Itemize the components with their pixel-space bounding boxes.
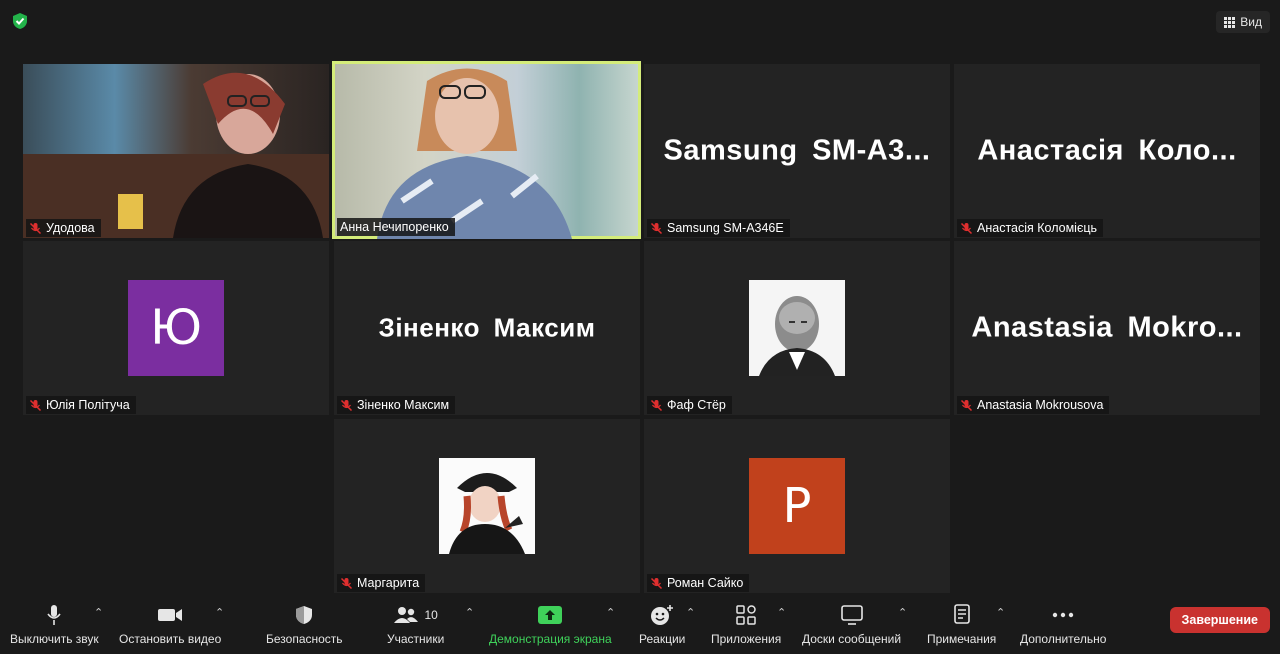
reactions-options-caret[interactable]: ⌃ [686,606,695,619]
participant-tile[interactable]: Анастасія Коло... Анастасія Коломієць [954,64,1260,238]
mic-muted-icon [960,222,973,234]
participant-display-name: Зіненко Максим [378,312,596,343]
apps-button[interactable]: Приложения [711,604,781,646]
participant-tile[interactable]: Фаф Стёр [644,241,950,415]
participant-tile[interactable]: Samsung SM-A3... Samsung SM-A346E [644,64,950,238]
whiteboard-icon [840,604,863,626]
view-label: Вид [1240,15,1262,29]
video-camera-icon [157,604,183,626]
mic-muted-icon [650,222,663,234]
mic-muted-icon [960,399,973,411]
participant-name-label: Samsung SM-A346E [647,219,790,237]
share-screen-button[interactable]: Демонстрация экрана [489,604,612,646]
avatar: P [749,458,845,554]
participants-options-caret[interactable]: ⌃ [465,606,474,619]
view-button[interactable]: Вид [1216,11,1270,33]
more-dots-icon [1052,604,1074,626]
participants-count: 10 [424,608,438,622]
avatar-photo [439,458,535,554]
participant-name-label: Anastasia Mokrousova [957,396,1110,414]
participant-display-name: Анастасія Коло... [977,134,1237,167]
meeting-toolbar: Выключить звук ⌃ Остановить видео ⌃ Безо… [0,596,1280,654]
mic-muted-icon [650,399,663,411]
notes-icon [953,604,971,626]
share-options-caret[interactable]: ⌃ [606,606,615,619]
microphone-icon [46,604,62,626]
avatar: Ю [128,280,224,376]
participant-display-name: Anastasia Mokro... [971,311,1243,344]
apps-options-caret[interactable]: ⌃ [777,606,786,619]
mic-muted-icon [29,399,42,411]
reactions-button[interactable]: Реакции [639,604,685,646]
more-button[interactable]: Дополнительно [1020,604,1106,646]
grid-view-icon [1224,16,1236,28]
participant-tile[interactable]: Ю Юлія Політуча [23,241,329,415]
participant-name-label: Роман Сайко [647,574,750,592]
participant-tile[interactable]: Зіненко Максим Зіненко Максим [334,241,640,415]
participants-icon-group: 10 [393,604,438,626]
participant-tile[interactable]: P Роман Сайко [644,419,950,593]
mic-muted-icon [650,577,663,589]
whiteboards-button[interactable]: Доски сообщений [802,604,901,646]
video-feed [23,72,329,238]
stop-video-button[interactable]: Остановить видео [119,604,221,646]
mute-button[interactable]: Выключить звук [10,604,99,646]
participant-tile-active-speaker[interactable]: Анна Нечипоренко [332,61,641,239]
whiteboards-options-caret[interactable]: ⌃ [898,606,907,619]
end-meeting-button[interactable]: Завершение [1169,607,1270,633]
participant-tile[interactable]: Удодова [23,64,329,238]
participant-tile[interactable]: Anastasia Mokro... Anastasia Mokrousova [954,241,1260,415]
audio-options-caret[interactable]: ⌃ [94,606,103,619]
notes-options-caret[interactable]: ⌃ [996,606,1005,619]
mic-muted-icon [340,399,353,411]
participant-display-name: Samsung SM-A3... [663,134,931,167]
shield-icon [295,604,313,626]
video-options-caret[interactable]: ⌃ [215,606,224,619]
participants-icon [394,607,419,623]
participant-name-label: Маргарита [337,574,426,592]
participant-name-label: Удодова [26,219,101,237]
smiley-plus-icon [650,604,674,626]
avatar-photo [749,280,845,376]
mic-muted-icon [340,577,353,589]
notes-button[interactable]: Примечания [927,604,996,646]
security-shield-icon[interactable] [11,12,29,30]
mic-muted-icon [29,222,42,234]
participant-name-label: Анастасія Коломієць [957,219,1104,237]
participants-button[interactable]: 10 Участники [387,604,444,646]
participant-name-label: Анна Нечипоренко [337,218,455,236]
participant-name-label: Зіненко Максим [337,396,456,414]
apps-icon [736,604,756,626]
participant-tile[interactable]: Маргарита [334,419,640,593]
share-screen-icon [538,604,563,626]
participant-name-label: Фаф Стёр [647,396,732,414]
security-button[interactable]: Безопасность [266,604,343,646]
video-feed [377,68,572,239]
participant-name-label: Юлія Політуча [26,396,136,414]
